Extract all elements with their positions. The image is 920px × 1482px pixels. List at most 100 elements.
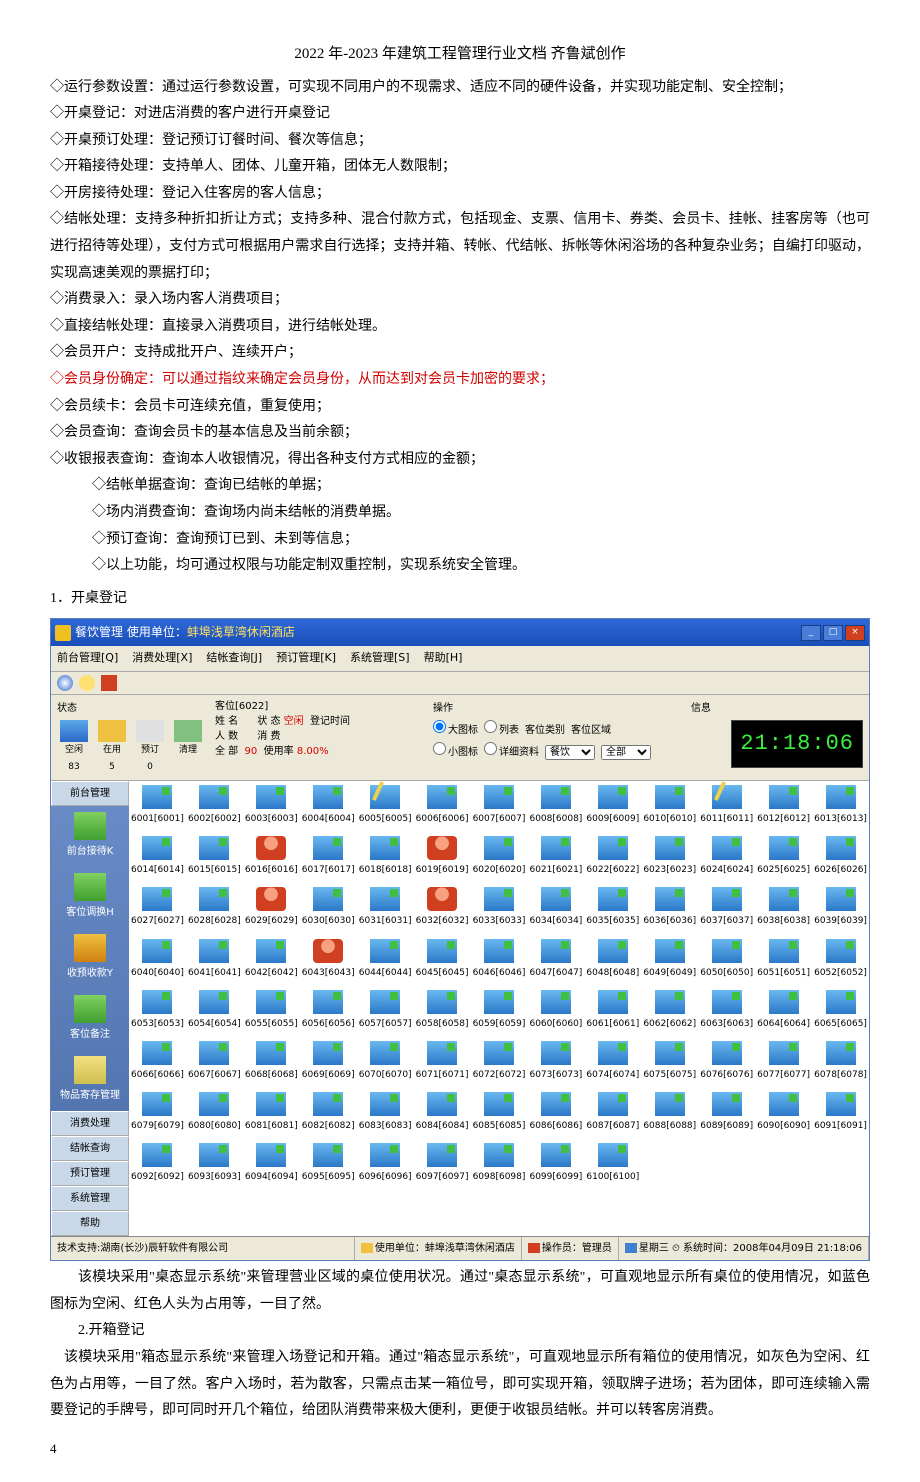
- seat-6055[interactable]: 6055[6055]: [243, 986, 300, 1037]
- select-area[interactable]: 全部: [601, 745, 651, 760]
- seat-6019[interactable]: 6019[6019]: [414, 832, 471, 883]
- search-icon[interactable]: [79, 675, 95, 691]
- seat-6006[interactable]: 6006[6006]: [414, 781, 471, 832]
- seat-6010[interactable]: 6010[6010]: [641, 781, 698, 832]
- seat-6015[interactable]: 6015[6015]: [186, 832, 243, 883]
- seat-6003[interactable]: 6003[6003]: [243, 781, 300, 832]
- seat-6048[interactable]: 6048[6048]: [584, 935, 641, 986]
- seat-6014[interactable]: 6014[6014]: [129, 832, 186, 883]
- seat-6029[interactable]: 6029[6029]: [243, 883, 300, 934]
- seat-6047[interactable]: 6047[6047]: [527, 935, 584, 986]
- seat-6023[interactable]: 6023[6023]: [641, 832, 698, 883]
- seat-6031[interactable]: 6031[6031]: [357, 883, 414, 934]
- status-use[interactable]: 在用5: [95, 720, 129, 776]
- seat-6025[interactable]: 6025[6025]: [755, 832, 812, 883]
- seat-6087[interactable]: 6087[6087]: [584, 1088, 641, 1139]
- seat-6012[interactable]: 6012[6012]: [755, 781, 812, 832]
- seat-6024[interactable]: 6024[6024]: [698, 832, 755, 883]
- help-icon[interactable]: [57, 675, 73, 691]
- seat-6072[interactable]: 6072[6072]: [471, 1037, 528, 1088]
- seat-6088[interactable]: 6088[6088]: [641, 1088, 698, 1139]
- seat-6081[interactable]: 6081[6081]: [243, 1088, 300, 1139]
- seat-6058[interactable]: 6058[6058]: [414, 986, 471, 1037]
- seat-6060[interactable]: 6060[6060]: [527, 986, 584, 1037]
- radio-detail[interactable]: 详细资料: [484, 742, 539, 762]
- radio-small-icon[interactable]: 小图标: [433, 742, 478, 762]
- seat-6061[interactable]: 6061[6061]: [584, 986, 641, 1037]
- menu-help[interactable]: 帮助[H]: [424, 648, 463, 669]
- menu-system[interactable]: 系统管理[S]: [350, 648, 410, 669]
- sidebar-item-reception[interactable]: 前台接待K: [51, 806, 129, 867]
- seat-6059[interactable]: 6059[6059]: [471, 986, 528, 1037]
- seat-6083[interactable]: 6083[6083]: [357, 1088, 414, 1139]
- seat-6016[interactable]: 6016[6016]: [243, 832, 300, 883]
- seat-6013[interactable]: 6013[6013]: [812, 781, 869, 832]
- seat-6070[interactable]: 6070[6070]: [357, 1037, 414, 1088]
- seat-6021[interactable]: 6021[6021]: [527, 832, 584, 883]
- exit-icon[interactable]: [101, 675, 117, 691]
- seat-6098[interactable]: 6098[6098]: [471, 1139, 528, 1190]
- seat-6040[interactable]: 6040[6040]: [129, 935, 186, 986]
- seat-6066[interactable]: 6066[6066]: [129, 1037, 186, 1088]
- seat-6005[interactable]: 6005[6005]: [357, 781, 414, 832]
- seat-6009[interactable]: 6009[6009]: [584, 781, 641, 832]
- sidebar-cat-system[interactable]: 系统管理: [51, 1186, 129, 1211]
- sidebar-cat-front[interactable]: 前台管理: [51, 781, 129, 806]
- seat-6057[interactable]: 6057[6057]: [357, 986, 414, 1037]
- sidebar-cat-bill[interactable]: 结帐查询: [51, 1136, 129, 1161]
- seat-6032[interactable]: 6032[6032]: [414, 883, 471, 934]
- minimize-button[interactable]: _: [801, 625, 821, 641]
- seat-6075[interactable]: 6075[6075]: [641, 1037, 698, 1088]
- seat-6008[interactable]: 6008[6008]: [527, 781, 584, 832]
- seat-6011[interactable]: 6011[6011]: [698, 781, 755, 832]
- sidebar-item-storage[interactable]: 物品寄存管理: [51, 1050, 129, 1111]
- menu-reserve[interactable]: 预订管理[K]: [276, 648, 336, 669]
- sidebar-cat-help[interactable]: 帮助: [51, 1211, 129, 1236]
- seat-6074[interactable]: 6074[6074]: [584, 1037, 641, 1088]
- status-book[interactable]: 预订0: [133, 720, 167, 776]
- seat-6079[interactable]: 6079[6079]: [129, 1088, 186, 1139]
- seat-6080[interactable]: 6080[6080]: [186, 1088, 243, 1139]
- seat-6042[interactable]: 6042[6042]: [243, 935, 300, 986]
- seat-6039[interactable]: 6039[6039]: [812, 883, 869, 934]
- status-free[interactable]: 空闲83: [57, 720, 91, 776]
- seat-6002[interactable]: 6002[6002]: [186, 781, 243, 832]
- seat-6065[interactable]: 6065[6065]: [812, 986, 869, 1037]
- seat-6028[interactable]: 6028[6028]: [186, 883, 243, 934]
- seat-6099[interactable]: 6099[6099]: [527, 1139, 584, 1190]
- seat-6071[interactable]: 6071[6071]: [414, 1037, 471, 1088]
- seat-6043[interactable]: 6043[6043]: [300, 935, 357, 986]
- seat-6033[interactable]: 6033[6033]: [471, 883, 528, 934]
- seat-6022[interactable]: 6022[6022]: [584, 832, 641, 883]
- sidebar-cat-reserve[interactable]: 预订管理: [51, 1161, 129, 1186]
- seat-6095[interactable]: 6095[6095]: [300, 1139, 357, 1190]
- seat-6064[interactable]: 6064[6064]: [755, 986, 812, 1037]
- seat-6030[interactable]: 6030[6030]: [300, 883, 357, 934]
- sidebar-cat-consume[interactable]: 消费处理: [51, 1111, 129, 1136]
- seat-6053[interactable]: 6053[6053]: [129, 986, 186, 1037]
- seat-6051[interactable]: 6051[6051]: [755, 935, 812, 986]
- seat-6004[interactable]: 6004[6004]: [300, 781, 357, 832]
- seat-6020[interactable]: 6020[6020]: [471, 832, 528, 883]
- select-category[interactable]: 餐饮: [545, 745, 595, 760]
- seat-6050[interactable]: 6050[6050]: [698, 935, 755, 986]
- close-button[interactable]: ×: [845, 625, 865, 641]
- sidebar-item-swap[interactable]: 客位调换H: [51, 867, 129, 928]
- seat-6035[interactable]: 6035[6035]: [584, 883, 641, 934]
- seat-6077[interactable]: 6077[6077]: [755, 1037, 812, 1088]
- seat-6100[interactable]: 6100[6100]: [584, 1139, 641, 1190]
- seat-6097[interactable]: 6097[6097]: [414, 1139, 471, 1190]
- seat-6046[interactable]: 6046[6046]: [471, 935, 528, 986]
- seat-6086[interactable]: 6086[6086]: [527, 1088, 584, 1139]
- seat-6063[interactable]: 6063[6063]: [698, 986, 755, 1037]
- seat-6038[interactable]: 6038[6038]: [755, 883, 812, 934]
- seat-6052[interactable]: 6052[6052]: [812, 935, 869, 986]
- seat-6037[interactable]: 6037[6037]: [698, 883, 755, 934]
- seat-6044[interactable]: 6044[6044]: [357, 935, 414, 986]
- status-clean[interactable]: 清理: [171, 720, 205, 776]
- seat-6092[interactable]: 6092[6092]: [129, 1139, 186, 1190]
- seat-6062[interactable]: 6062[6062]: [641, 986, 698, 1037]
- seat-6001[interactable]: 6001[6001]: [129, 781, 186, 832]
- sidebar-item-deposit[interactable]: 收预收款Y: [51, 928, 129, 989]
- seat-6049[interactable]: 6049[6049]: [641, 935, 698, 986]
